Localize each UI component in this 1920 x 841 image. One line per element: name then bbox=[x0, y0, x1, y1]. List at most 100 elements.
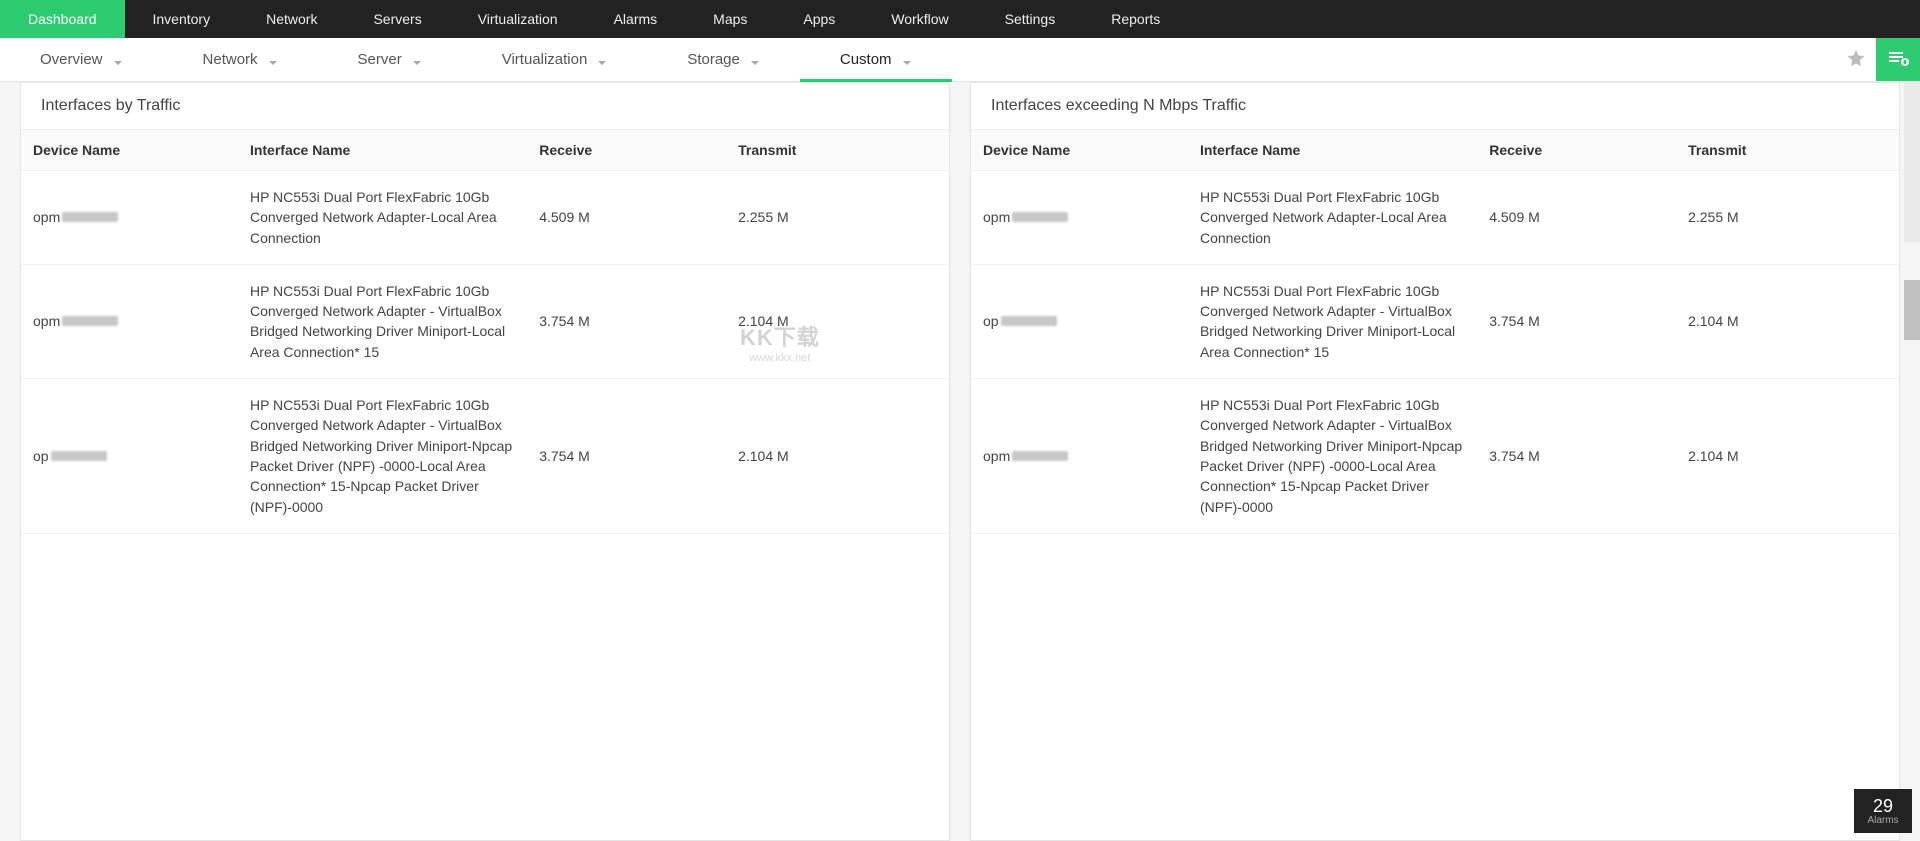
cell-transmit: 2.104 M bbox=[1688, 446, 1887, 466]
topnav-network[interactable]: Network bbox=[238, 0, 345, 38]
subnav-overview[interactable]: Overview bbox=[0, 38, 163, 81]
col-receive[interactable]: Receive bbox=[1489, 142, 1688, 158]
alarms-count: 29 bbox=[1873, 797, 1893, 815]
cell-interface: HP NC553i Dual Port FlexFabric 10Gb Conv… bbox=[250, 187, 539, 248]
table-row[interactable]: opm HP NC553i Dual Port FlexFabric 10Gb … bbox=[971, 379, 1899, 534]
table-header: Device Name Interface Name Receive Trans… bbox=[21, 130, 949, 171]
dashboard-content: Interfaces by Traffic Device Name Interf… bbox=[0, 82, 1920, 841]
favorite-button[interactable] bbox=[1836, 38, 1876, 81]
col-interface[interactable]: Interface Name bbox=[250, 142, 539, 158]
chevron-down-icon bbox=[902, 55, 912, 65]
topnav-workflow[interactable]: Workflow bbox=[863, 0, 976, 38]
redacted-text bbox=[1012, 212, 1068, 222]
subnav-server[interactable]: Server bbox=[318, 38, 462, 81]
nav-label: Network bbox=[266, 11, 317, 27]
subnav-storage[interactable]: Storage bbox=[647, 38, 800, 81]
cell-transmit: 2.104 M bbox=[738, 311, 937, 331]
nav-label: Workflow bbox=[891, 11, 948, 27]
table-row[interactable]: opm HP NC553i Dual Port FlexFabric 10Gb … bbox=[21, 171, 949, 265]
redacted-text bbox=[1001, 316, 1057, 326]
cell-interface: HP NC553i Dual Port FlexFabric 10Gb Conv… bbox=[1200, 395, 1489, 517]
cell-device: opm bbox=[33, 207, 250, 227]
alarms-badge[interactable]: 29 Alarms bbox=[1854, 789, 1912, 833]
list-add-icon bbox=[1886, 46, 1910, 73]
topnav-alarms[interactable]: Alarms bbox=[586, 0, 686, 38]
cell-receive: 3.754 M bbox=[1489, 446, 1688, 466]
device-name-text: opm bbox=[983, 207, 1010, 227]
table-row[interactable]: opm HP NC553i Dual Port FlexFabric 10Gb … bbox=[21, 265, 949, 379]
table-row[interactable]: op HP NC553i Dual Port FlexFabric 10Gb C… bbox=[21, 379, 949, 534]
nav-label: Reports bbox=[1111, 11, 1160, 27]
redacted-text bbox=[51, 451, 107, 461]
subnav-label: Network bbox=[203, 51, 258, 68]
topnav-reports[interactable]: Reports bbox=[1083, 0, 1188, 38]
table-body: opm HP NC553i Dual Port FlexFabric 10Gb … bbox=[971, 171, 1899, 840]
cell-receive: 4.509 M bbox=[1489, 207, 1688, 227]
cell-transmit: 2.255 M bbox=[1688, 207, 1887, 227]
cell-receive: 3.754 M bbox=[539, 311, 738, 331]
chevron-down-icon bbox=[113, 55, 123, 65]
table-body: opm HP NC553i Dual Port FlexFabric 10Gb … bbox=[21, 171, 949, 840]
device-name-text: opm bbox=[983, 446, 1010, 466]
alarms-label: Alarms bbox=[1867, 815, 1898, 826]
add-widget-button[interactable] bbox=[1876, 38, 1920, 81]
topnav-servers[interactable]: Servers bbox=[345, 0, 449, 38]
topnav-dashboard[interactable]: Dashboard bbox=[0, 0, 125, 38]
panel-title: Interfaces by Traffic bbox=[21, 83, 949, 130]
chevron-down-icon bbox=[268, 55, 278, 65]
col-transmit[interactable]: Transmit bbox=[1688, 142, 1887, 158]
col-transmit[interactable]: Transmit bbox=[738, 142, 937, 158]
topnav-inventory[interactable]: Inventory bbox=[125, 0, 239, 38]
subnav-virtualization[interactable]: Virtualization bbox=[462, 38, 648, 81]
chevron-down-icon bbox=[597, 55, 607, 65]
panel-interfaces-exceeding: Interfaces exceeding N Mbps Traffic Devi… bbox=[970, 82, 1900, 841]
subnav-right bbox=[1836, 38, 1920, 81]
cell-transmit: 2.104 M bbox=[738, 446, 937, 466]
device-name-text: op bbox=[983, 311, 999, 331]
subnav-label: Custom bbox=[840, 51, 892, 68]
subnav-label: Overview bbox=[40, 51, 103, 68]
table-row[interactable]: opm HP NC553i Dual Port FlexFabric 10Gb … bbox=[971, 171, 1899, 265]
cell-receive: 4.509 M bbox=[539, 207, 738, 227]
cell-interface: HP NC553i Dual Port FlexFabric 10Gb Conv… bbox=[1200, 187, 1489, 248]
col-device[interactable]: Device Name bbox=[983, 142, 1200, 158]
panel-title: Interfaces exceeding N Mbps Traffic bbox=[971, 83, 1899, 130]
device-name-text: opm bbox=[33, 207, 60, 227]
topnav-maps[interactable]: Maps bbox=[685, 0, 775, 38]
subnav-label: Server bbox=[358, 51, 402, 68]
device-name-text: opm bbox=[33, 311, 60, 331]
topnav-apps[interactable]: Apps bbox=[775, 0, 863, 38]
cell-device: opm bbox=[33, 311, 250, 331]
scrollbar-track[interactable] bbox=[1904, 82, 1920, 242]
cell-interface: HP NC553i Dual Port FlexFabric 10Gb Conv… bbox=[1200, 281, 1489, 362]
chevron-down-icon bbox=[412, 55, 422, 65]
subnav-network[interactable]: Network bbox=[163, 38, 318, 81]
device-name-text: op bbox=[33, 446, 49, 466]
topnav-settings[interactable]: Settings bbox=[977, 0, 1084, 38]
topnav-virtualization[interactable]: Virtualization bbox=[450, 0, 586, 38]
cell-interface: HP NC553i Dual Port FlexFabric 10Gb Conv… bbox=[250, 395, 539, 517]
nav-label: Maps bbox=[713, 11, 747, 27]
redacted-text bbox=[62, 316, 118, 326]
col-interface[interactable]: Interface Name bbox=[1200, 142, 1489, 158]
top-nav: Dashboard Inventory Network Servers Virt… bbox=[0, 0, 1920, 38]
nav-label: Apps bbox=[803, 11, 835, 27]
col-receive[interactable]: Receive bbox=[539, 142, 738, 158]
redacted-text bbox=[1012, 451, 1068, 461]
nav-label: Inventory bbox=[153, 11, 211, 27]
cell-device: opm bbox=[983, 446, 1200, 466]
scrollbar-thumb[interactable] bbox=[1904, 280, 1920, 340]
col-device[interactable]: Device Name bbox=[33, 142, 250, 158]
table-row[interactable]: op HP NC553i Dual Port FlexFabric 10Gb C… bbox=[971, 265, 1899, 379]
chevron-down-icon bbox=[750, 55, 760, 65]
sub-nav: Overview Network Server Virtualization S… bbox=[0, 38, 1920, 82]
cell-interface: HP NC553i Dual Port FlexFabric 10Gb Conv… bbox=[250, 281, 539, 362]
cell-transmit: 2.104 M bbox=[1688, 311, 1887, 331]
nav-label: Virtualization bbox=[478, 11, 558, 27]
nav-label: Settings bbox=[1005, 11, 1056, 27]
subnav-custom[interactable]: Custom bbox=[800, 38, 952, 81]
subnav-label: Virtualization bbox=[502, 51, 588, 68]
redacted-text bbox=[62, 212, 118, 222]
cell-device: op bbox=[33, 446, 250, 466]
cell-device: opm bbox=[983, 207, 1200, 227]
